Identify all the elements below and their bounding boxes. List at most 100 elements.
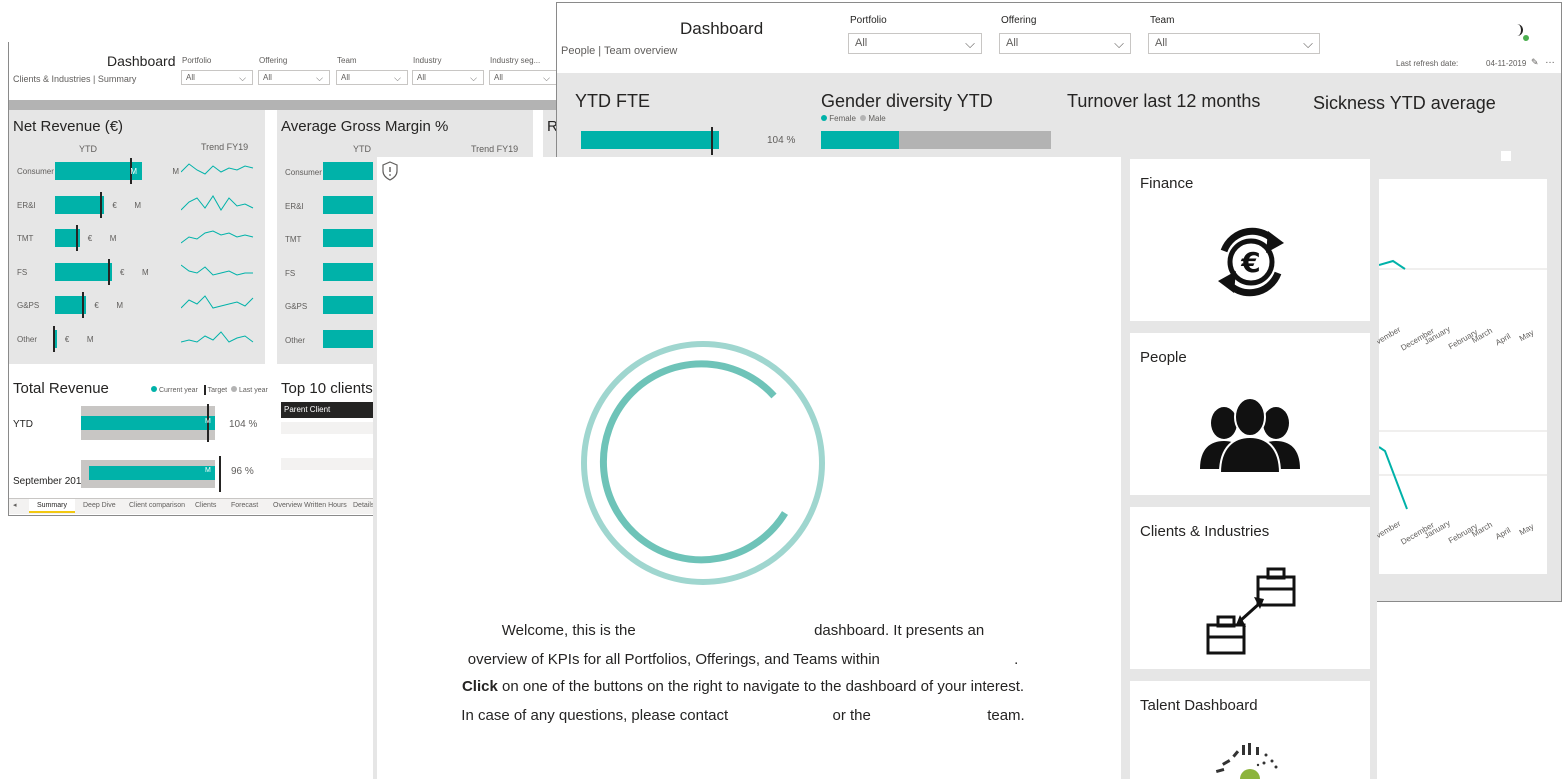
small-square (1501, 151, 1511, 161)
finance-title: Dashboard (107, 53, 176, 69)
gender-female-bar (821, 131, 900, 149)
tab-overview-written-hours[interactable]: Overview Written Hours (267, 499, 353, 513)
tab-deep-dive[interactable]: Deep Dive (75, 499, 124, 513)
trend-sparkline (181, 194, 254, 211)
people-tile-button[interactable]: People (1130, 333, 1370, 495)
value-label: M (130, 167, 138, 176)
chevron-down-icon: ⌵ (1114, 36, 1124, 51)
revenue-bar[interactable] (55, 162, 143, 180)
filter-offering-dropdown[interactable]: All ⌵ (999, 33, 1131, 54)
chevron-down-icon: ⌵ (1303, 36, 1313, 51)
welcome-text: Welcome, this is the (501, 622, 636, 639)
chevron-down-icon: ⌵ (239, 73, 246, 83)
clients-industries-tile-button[interactable]: Clients & Industries (1130, 507, 1370, 669)
top-clients-panel[interactable]: Top 10 clients Parent Client (277, 374, 377, 498)
legend-last: Last year (239, 386, 268, 394)
filter-offering-label: Offering (259, 56, 288, 65)
filter-industry-segment-dropdown[interactable]: All ⌵ (489, 70, 557, 85)
gender-legend: Female Male (821, 114, 886, 123)
pin-icon[interactable]: ✎ (1531, 57, 1539, 68)
filter-offering-dropdown[interactable]: All ⌵ (258, 70, 330, 85)
filter-team-dropdown[interactable]: All ⌵ (1148, 33, 1320, 54)
total-revenue-panel[interactable]: Total Revenue Current year Target Last y… (9, 374, 268, 498)
tab-prev-arrow[interactable]: ◂ (9, 499, 21, 513)
filter-value: All (494, 73, 503, 82)
target-marker (75, 225, 78, 252)
ytd-fte-title: YTD FTE (575, 91, 650, 111)
category-label: G&PS (17, 301, 40, 311)
sickness-card[interactable]: Sickness YTD average (1307, 83, 1547, 161)
revenue-bar[interactable] (55, 262, 112, 281)
filter-portfolio-dropdown[interactable]: All ⌵ (181, 70, 253, 85)
welcome-text: team. (987, 707, 1025, 724)
category-label: Consumer (17, 167, 54, 176)
trend-sparkline (181, 163, 254, 175)
target-marker (52, 326, 55, 352)
category-label: FS (285, 268, 296, 278)
more-options-icon[interactable]: … (1545, 55, 1555, 66)
filter-industry-dropdown[interactable]: All ⌵ (412, 70, 484, 85)
trend-sparkline (181, 331, 254, 343)
filter-value: All (186, 73, 195, 82)
revenue-bar[interactable] (55, 330, 57, 348)
tab-summary[interactable]: Summary (29, 499, 75, 513)
people-subtitle: People | Team overview (561, 45, 678, 57)
total-revenue-title: Total Revenue (13, 380, 109, 397)
target-label: M (142, 267, 149, 277)
svg-text:€: € (1240, 246, 1260, 279)
category-label: TMT (285, 235, 302, 245)
status-indicator (1515, 23, 1529, 41)
category-label: Other (17, 335, 38, 344)
tab-client-comparison[interactable]: Client comparison (121, 499, 193, 513)
chevron-down-icon: ⌵ (543, 73, 550, 83)
legend-target-mark (203, 385, 206, 395)
turnover-card[interactable]: Turnover last 12 months (1061, 83, 1301, 159)
female-dot (821, 115, 827, 121)
landing-page: Welcome, this is the dashboard. It prese… (373, 157, 1377, 784)
legend-target: Target (207, 386, 228, 394)
male-dot (860, 115, 867, 121)
trend-column-header: Trend FY19 (201, 142, 249, 152)
inner-arc (599, 360, 788, 564)
legend-dot-current (151, 385, 157, 392)
total-revenue-legend: Current year Target Last year (151, 385, 268, 395)
chevron-down-icon: ⌵ (316, 73, 323, 83)
ytd-fte-target (711, 127, 713, 155)
talent-dashboard-tile-button[interactable]: Talent Dashboard (1130, 681, 1370, 784)
net-revenue-panel[interactable]: Net Revenue (€) YTD Trend FY19 Consumer M… (9, 110, 265, 364)
gender-diversity-card[interactable]: Gender diversity YTD Female Male (815, 83, 1055, 159)
welcome-text: . (1014, 651, 1019, 668)
trend-sparkline (181, 264, 253, 276)
tile-title: Clients & Industries (1140, 523, 1270, 540)
filter-team-label: Team (1150, 15, 1175, 26)
sickness-title: Sickness YTD average (1313, 93, 1496, 113)
category-label: Other (285, 336, 306, 345)
finance-tile-button[interactable]: Finance € (1130, 159, 1370, 321)
tab-forecast[interactable]: Forecast (225, 499, 264, 513)
shield-icon[interactable] (381, 161, 399, 186)
table-row (281, 458, 377, 470)
turnover-line (1378, 259, 1406, 270)
filter-value: All (417, 73, 426, 82)
filter-portfolio-dropdown[interactable]: All ⌵ (848, 33, 982, 54)
filter-team-dropdown[interactable]: All ⌵ (336, 70, 408, 85)
filter-value: All (263, 73, 272, 82)
target-marker (82, 292, 85, 319)
filter-industry-segment-label: Industry seg... (490, 56, 541, 65)
ytd-value: 104 % (229, 419, 258, 430)
people-group-icon (1200, 397, 1300, 478)
trend-sparkline (181, 230, 254, 244)
target-label: M (109, 234, 117, 244)
month-value: 96 % (231, 466, 254, 477)
welcome-text: dashboard. It presents an (814, 622, 985, 639)
legend-dot-last (231, 385, 238, 392)
welcome-text: on one of the buttons on the right to na… (502, 678, 1025, 695)
ytd-fte-card[interactable]: YTD FTE 104 % (569, 83, 809, 159)
category-label: FS (17, 267, 28, 277)
filter-portfolio-label: Portfolio (850, 15, 887, 26)
turnover-chart: vember December January February March April M… (1375, 179, 1547, 574)
tab-clients[interactable]: Clients (189, 499, 222, 513)
finance-subtitle: Clients & Industries | Summary (13, 74, 137, 84)
top-clients-title: Top 10 clients (281, 380, 373, 397)
revenue-bar[interactable] (55, 195, 105, 214)
